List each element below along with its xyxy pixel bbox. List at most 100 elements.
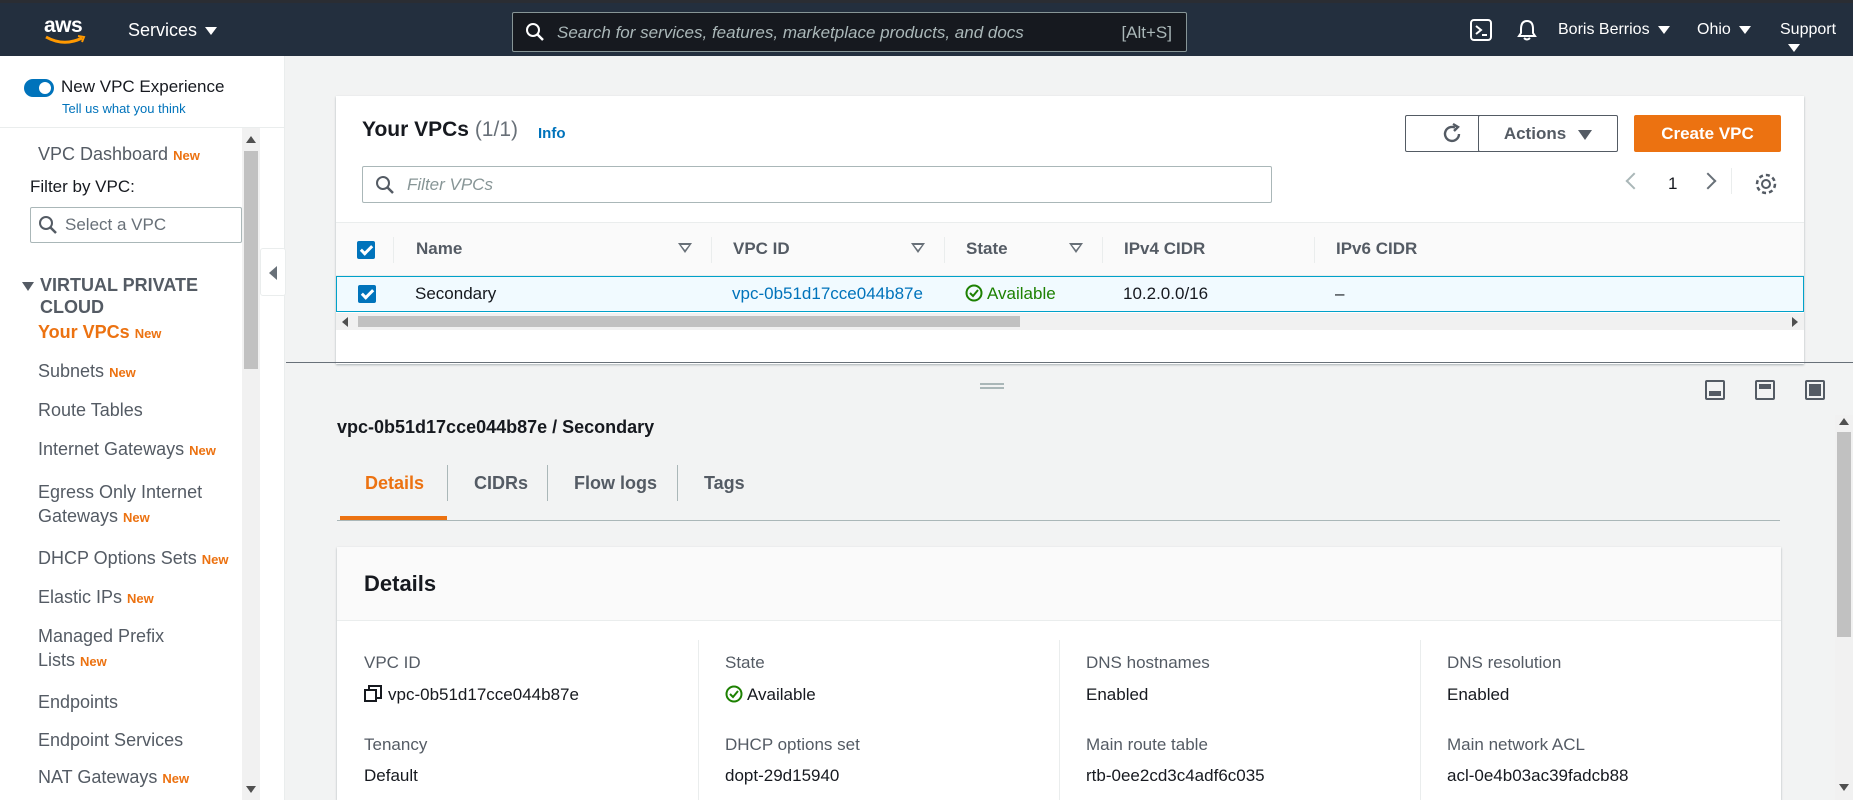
tab-divider [677, 465, 678, 501]
sidebar-item-label: Egress Only Internet [38, 482, 203, 502]
scrollbar-thumb[interactable] [358, 316, 1020, 327]
sort-icon[interactable] [678, 243, 692, 253]
sidebar-item-endpoints[interactable]: Endpoints [38, 690, 242, 714]
field-value-main-route-table-link[interactable]: rtb-0ee2cd3c4adf6c035 [1086, 766, 1265, 786]
navigation-sidebar: New VPC Experience Tell us what you thin… [0, 56, 286, 800]
column-header-ipv6-cidr[interactable]: IPv6 CIDR [1336, 239, 1417, 259]
search-icon [375, 175, 395, 200]
preferences-gear-icon[interactable] [1754, 172, 1778, 201]
cell-vpc-id-link[interactable]: vpc-0b51d17cce044b87e [732, 284, 923, 304]
select-all-checkbox[interactable] [357, 241, 375, 259]
actions-button[interactable]: Actions [1478, 115, 1618, 152]
panel-side-layout-icon[interactable] [1755, 380, 1775, 400]
global-search-input[interactable]: Search for services, features, marketpla… [512, 12, 1187, 52]
previous-page-icon[interactable] [1625, 172, 1643, 190]
tab-tags[interactable]: Tags [704, 473, 745, 494]
detail-tabs: Details CIDRs Flow logs Tags [337, 455, 1780, 521]
tab-divider [447, 465, 448, 501]
tab-cidrs[interactable]: CIDRs [474, 473, 528, 494]
vpcs-table-panel: Your VPCs (1/1) Info Actions Create VPC … [336, 96, 1804, 364]
sort-icon[interactable] [1069, 243, 1083, 253]
notifications-bell-icon[interactable] [1517, 19, 1537, 46]
sidebar-item-vpc-dashboard[interactable]: VPC Dashboard New [38, 142, 242, 168]
sidebar-item-egress-only-internet-gateways[interactable]: Egress Only Internet Gateways New [38, 480, 242, 530]
table-row[interactable]: Secondary vpc-0b51d17cce044b87e Availabl… [336, 276, 1804, 312]
resize-handle-icon[interactable] [980, 383, 1004, 389]
sidebar-item-label: Endpoints [38, 692, 119, 712]
vpcs-count: (1/1) [474, 118, 518, 141]
field-value-dhcp-options-link[interactable]: dopt-29d15940 [725, 766, 839, 786]
sidebar-item-label: Your VPCs [38, 322, 130, 342]
current-page[interactable]: 1 [1668, 174, 1677, 194]
scroll-down-arrow-icon[interactable] [1839, 784, 1849, 791]
column-header-ipv4-cidr[interactable]: IPv4 CIDR [1124, 239, 1205, 259]
sidebar-item-route-tables[interactable]: Route Tables [38, 398, 242, 422]
chevron-down-icon [1738, 25, 1751, 34]
column-header-name[interactable]: Name [416, 239, 462, 259]
sidebar-scrollbar-thumb[interactable] [244, 151, 258, 369]
column-header-state[interactable]: State [966, 239, 1008, 259]
aws-logo[interactable]: aws [44, 14, 90, 47]
field-value-main-network-acl-link[interactable]: acl-0e4b03ac39fadcb88 [1447, 766, 1628, 786]
collapse-sidebar-button[interactable] [260, 248, 286, 296]
caret-down-icon [22, 281, 34, 291]
section-virtual-private-cloud[interactable]: VIRTUAL PRIVATE CLOUD [22, 274, 198, 318]
info-link[interactable]: Info [538, 125, 566, 142]
support-menu[interactable]: Support [1780, 21, 1853, 57]
region-label: Ohio [1697, 21, 1731, 38]
column-divider [1059, 640, 1060, 800]
column-header-vpc-id[interactable]: VPC ID [733, 239, 790, 259]
section-title-cont: CLOUD [40, 297, 104, 317]
sidebar-item-internet-gateways[interactable]: Internet Gateways New [38, 437, 242, 463]
tab-flow-logs[interactable]: Flow logs [574, 473, 657, 494]
region-menu[interactable]: Ohio [1697, 21, 1751, 39]
cell-state: Available [965, 284, 1056, 304]
sidebar-item-label: Internet Gateways [38, 439, 185, 459]
field-label-dns-resolution: DNS resolution [1447, 653, 1562, 672]
panel-full-layout-icon[interactable] [1805, 380, 1825, 400]
scroll-left-arrow-icon[interactable] [342, 317, 348, 327]
chevron-down-icon [205, 27, 218, 36]
vpc-select[interactable]: Select a VPC [30, 207, 242, 243]
services-menu[interactable]: Services [128, 20, 218, 41]
column-divider [393, 237, 394, 263]
status-check-icon [725, 685, 743, 703]
sidebar-item-your-vpcs[interactable]: Your VPCs New [38, 320, 242, 346]
panel-bottom-layout-icon[interactable] [1705, 380, 1725, 400]
sidebar-item-elastic-ips[interactable]: Elastic IPs New [38, 585, 242, 611]
scroll-up-arrow-icon[interactable] [246, 136, 256, 143]
sidebar-item-managed-prefix-lists[interactable]: Managed Prefix Lists New [38, 624, 242, 674]
new-badge: New [162, 771, 190, 786]
details-card-title: Details [364, 571, 437, 596]
sidebar-item-subnets[interactable]: Subnets New [38, 359, 242, 385]
filter-vpcs-input[interactable]: Filter VPCs [362, 166, 1272, 203]
search-icon [38, 215, 58, 240]
scroll-down-arrow-icon[interactable] [246, 786, 256, 793]
sidebar-item-dhcp-options-sets[interactable]: DHCP Options Sets New [38, 546, 242, 572]
cloudshell-icon[interactable] [1470, 19, 1492, 46]
new-badge: New [123, 510, 150, 525]
top-navigation-bar: aws Services Search for services, featur… [0, 0, 1853, 56]
user-menu[interactable]: Boris Berrios [1558, 21, 1670, 39]
detail-scrollbar-thumb[interactable] [1837, 432, 1851, 637]
tab-details[interactable]: Details [365, 473, 424, 494]
new-experience-toggle[interactable] [24, 79, 54, 97]
aws-logo-text: aws [44, 14, 83, 37]
field-value-state: Available [725, 685, 816, 705]
scroll-right-arrow-icon[interactable] [1792, 317, 1798, 327]
feedback-link[interactable]: Tell us what you think [62, 101, 186, 116]
next-page-icon[interactable] [1699, 172, 1717, 190]
cell-ipv6-cidr: – [1335, 284, 1345, 303]
chevron-down-icon [1788, 43, 1800, 52]
sort-icon[interactable] [911, 243, 925, 253]
field-value-dns-resolution: Enabled [1447, 685, 1510, 704]
create-vpc-button[interactable]: Create VPC [1634, 115, 1781, 152]
row-checkbox[interactable] [358, 285, 376, 303]
scroll-up-arrow-icon[interactable] [1839, 418, 1849, 425]
vpc-select-placeholder: Select a VPC [65, 215, 167, 234]
sidebar-item-endpoint-services[interactable]: Endpoint Services [38, 728, 242, 752]
sidebar-item-nat-gateways[interactable]: NAT Gateways New [38, 765, 242, 791]
chevron-down-icon [1578, 129, 1593, 140]
table-horizontal-scrollbar[interactable] [336, 313, 1804, 330]
sidebar-item-label: Elastic IPs [38, 587, 123, 607]
